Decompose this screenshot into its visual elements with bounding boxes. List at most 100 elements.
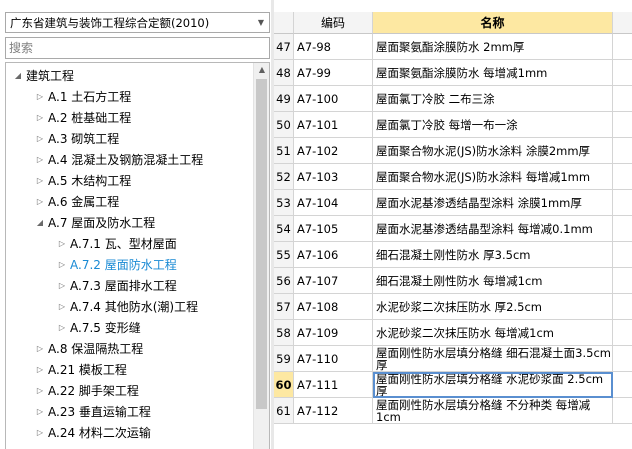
table-row[interactable]: 60 A7-111 屋面刚性防水层填分格缝 水泥砂浆面 2.5cm厚	[274, 372, 632, 398]
row-name[interactable]: 屋面刚性防水层填分格缝 水泥砂浆面 2.5cm厚	[373, 372, 613, 398]
row-name[interactable]: 屋面聚合物水泥(JS)防水涂料 每增减1mm	[373, 164, 613, 190]
row-name[interactable]: 屋面水泥基渗透结晶型涂料 涂膜1mm厚	[373, 190, 613, 216]
collapsed-triangle-icon[interactable]: ▷	[34, 92, 46, 101]
tree-node[interactable]: ▷ A.23 垂直运输工程	[34, 401, 151, 422]
table-row[interactable]: 48 A7-99 屋面聚氨酯涂膜防水 每增减1mm	[274, 60, 632, 86]
row-extra	[613, 190, 632, 216]
row-number: 56	[274, 268, 294, 294]
collapsed-triangle-icon[interactable]: ▷	[56, 260, 68, 269]
tree-node[interactable]: ▷ A.5 木结构工程	[34, 170, 131, 191]
table-row[interactable]: 51 A7-102 屋面聚合物水泥(JS)防水涂料 涂膜2mm厚	[274, 138, 632, 164]
row-code[interactable]: A7-110	[294, 346, 373, 372]
row-extra	[613, 34, 632, 60]
row-code[interactable]: A7-104	[294, 190, 373, 216]
row-code[interactable]: A7-105	[294, 216, 373, 242]
collapsed-triangle-icon[interactable]: ▷	[56, 281, 68, 290]
tree-node[interactable]: ◢ A.7 屋面及防水工程	[34, 212, 155, 233]
row-number: 47	[274, 34, 294, 60]
collapsed-triangle-icon[interactable]: ▷	[34, 365, 46, 374]
row-code[interactable]: A7-112	[294, 398, 373, 424]
tree-node[interactable]: ◢ 建筑工程	[12, 65, 74, 86]
row-name[interactable]: 水泥砂浆二次抹压防水 厚2.5cm	[373, 294, 613, 320]
row-name[interactable]: 屋面聚合物水泥(JS)防水涂料 涂膜2mm厚	[373, 138, 613, 164]
tree-node[interactable]: ▷ A.7.4 其他防水(潮)工程	[56, 296, 198, 317]
collapsed-triangle-icon[interactable]: ▷	[56, 302, 68, 311]
tree-node[interactable]: ▷ A.7.2 屋面防水工程	[56, 254, 177, 275]
row-extra	[613, 346, 632, 372]
row-code[interactable]: A7-102	[294, 138, 373, 164]
tree-node-label: A.7.3 屋面排水工程	[70, 279, 177, 293]
collapsed-triangle-icon[interactable]: ▷	[34, 386, 46, 395]
collapsed-triangle-icon[interactable]: ▷	[34, 197, 46, 206]
tree-node[interactable]: ▷ A.22 脚手架工程	[34, 380, 139, 401]
row-name[interactable]: 屋面水泥基渗透结晶型涂料 每增减0.1mm	[373, 216, 613, 242]
table-row[interactable]: 58 A7-109 水泥砂浆二次抹压防水 每增减1cm	[274, 320, 632, 346]
tree-scrollbar[interactable]: ▲	[253, 63, 269, 449]
row-code[interactable]: A7-99	[294, 60, 373, 86]
header-code[interactable]: 编码	[294, 12, 373, 34]
scrollbar-thumb[interactable]	[256, 79, 267, 409]
table-row[interactable]: 50 A7-101 屋面氯丁冷胶 每增一布一涂	[274, 112, 632, 138]
tree-node[interactable]: ▷ A.24 材料二次运输	[34, 422, 151, 443]
tree-node[interactable]: ▷ A.8 保温隔热工程	[34, 338, 143, 359]
collapsed-triangle-icon[interactable]: ▷	[34, 428, 46, 437]
tree-node[interactable]: ▷ A.7.3 屋面排水工程	[56, 275, 177, 296]
row-name[interactable]: 屋面刚性防水层填分格缝 不分种类 每增减1cm	[373, 398, 613, 424]
collapsed-triangle-icon[interactable]: ▷	[56, 239, 68, 248]
expanded-triangle-icon[interactable]: ◢	[34, 218, 46, 227]
table-row[interactable]: 56 A7-107 细石混凝土刚性防水 每增减1cm	[274, 268, 632, 294]
tree-node[interactable]: ▷ A.2 桩基础工程	[34, 107, 131, 128]
row-code[interactable]: A7-111	[294, 372, 373, 398]
collapsed-triangle-icon[interactable]: ▷	[34, 134, 46, 143]
collapsed-triangle-icon[interactable]: ▷	[56, 323, 68, 332]
row-extra	[613, 242, 632, 268]
tree-node[interactable]: ▷ A.4 混凝土及钢筋混凝土工程	[34, 149, 203, 170]
row-name[interactable]: 屋面刚性防水层填分格缝 细石混凝土面3.5cm厚	[373, 346, 613, 372]
table-row[interactable]: 47 A7-98 屋面聚氨酯涂膜防水 2mm厚	[274, 34, 632, 60]
tree-node[interactable]: ▷ A.6 金属工程	[34, 191, 119, 212]
row-code[interactable]: A7-108	[294, 294, 373, 320]
row-name[interactable]: 屋面氯丁冷胶 二布三涂	[373, 86, 613, 112]
tree-node[interactable]: ▷ A.7.1 瓦、型材屋面	[56, 233, 177, 254]
collapsed-triangle-icon[interactable]: ▷	[34, 344, 46, 353]
row-code[interactable]: A7-98	[294, 34, 373, 60]
left-panel: 广东省建筑与装饰工程综合定额(2010) ▼ ◢建筑工程▷A.1 土石方工程▷A…	[0, 0, 271, 449]
row-name[interactable]: 屋面聚氨酯涂膜防水 每增减1mm	[373, 60, 613, 86]
row-code[interactable]: A7-100	[294, 86, 373, 112]
row-name[interactable]: 水泥砂浆二次抹压防水 每增减1cm	[373, 320, 613, 346]
table-row[interactable]: 59 A7-110 屋面刚性防水层填分格缝 细石混凝土面3.5cm厚	[274, 346, 632, 372]
header-name[interactable]: 名称	[373, 12, 613, 34]
table-row[interactable]: 54 A7-105 屋面水泥基渗透结晶型涂料 每增减0.1mm	[274, 216, 632, 242]
quota-library-dropdown[interactable]: 广东省建筑与装饰工程综合定额(2010) ▼	[5, 12, 270, 33]
table-row[interactable]: 61 A7-112 屋面刚性防水层填分格缝 不分种类 每增减1cm	[274, 398, 632, 424]
row-name[interactable]: 屋面氯丁冷胶 每增一布一涂	[373, 112, 613, 138]
table-row[interactable]: 52 A7-103 屋面聚合物水泥(JS)防水涂料 每增减1mm	[274, 164, 632, 190]
collapsed-triangle-icon[interactable]: ▷	[34, 155, 46, 164]
row-code[interactable]: A7-107	[294, 268, 373, 294]
table-row[interactable]: 55 A7-106 细石混凝土刚性防水 厚3.5cm	[274, 242, 632, 268]
tree-node[interactable]: ▷ A.1 土石方工程	[34, 86, 131, 107]
row-number: 48	[274, 60, 294, 86]
tree-node[interactable]: ▷ A.21 模板工程	[34, 359, 127, 380]
collapsed-triangle-icon[interactable]: ▷	[34, 113, 46, 122]
row-name[interactable]: 细石混凝土刚性防水 每增减1cm	[373, 268, 613, 294]
row-code[interactable]: A7-109	[294, 320, 373, 346]
search-input[interactable]	[5, 37, 270, 59]
collapsed-triangle-icon[interactable]: ▷	[34, 407, 46, 416]
tree-node[interactable]: ▷ A.3 砌筑工程	[34, 128, 119, 149]
scroll-up-arrow-icon[interactable]: ▲	[254, 65, 269, 74]
row-extra	[613, 86, 632, 112]
row-name[interactable]: 细石混凝土刚性防水 厚3.5cm	[373, 242, 613, 268]
chevron-down-icon[interactable]: ▼	[253, 18, 269, 27]
expanded-triangle-icon[interactable]: ◢	[12, 71, 24, 80]
table-row[interactable]: 57 A7-108 水泥砂浆二次抹压防水 厚2.5cm	[274, 294, 632, 320]
row-name[interactable]: 屋面聚氨酯涂膜防水 2mm厚	[373, 34, 613, 60]
tree-node[interactable]: ▷ A.7.5 变形缝	[56, 317, 141, 338]
table-row[interactable]: 53 A7-104 屋面水泥基渗透结晶型涂料 涂膜1mm厚	[274, 190, 632, 216]
collapsed-triangle-icon[interactable]: ▷	[34, 176, 46, 185]
header-rownum	[274, 12, 294, 34]
row-code[interactable]: A7-106	[294, 242, 373, 268]
row-code[interactable]: A7-103	[294, 164, 373, 190]
table-row[interactable]: 49 A7-100 屋面氯丁冷胶 二布三涂	[274, 86, 632, 112]
row-code[interactable]: A7-101	[294, 112, 373, 138]
